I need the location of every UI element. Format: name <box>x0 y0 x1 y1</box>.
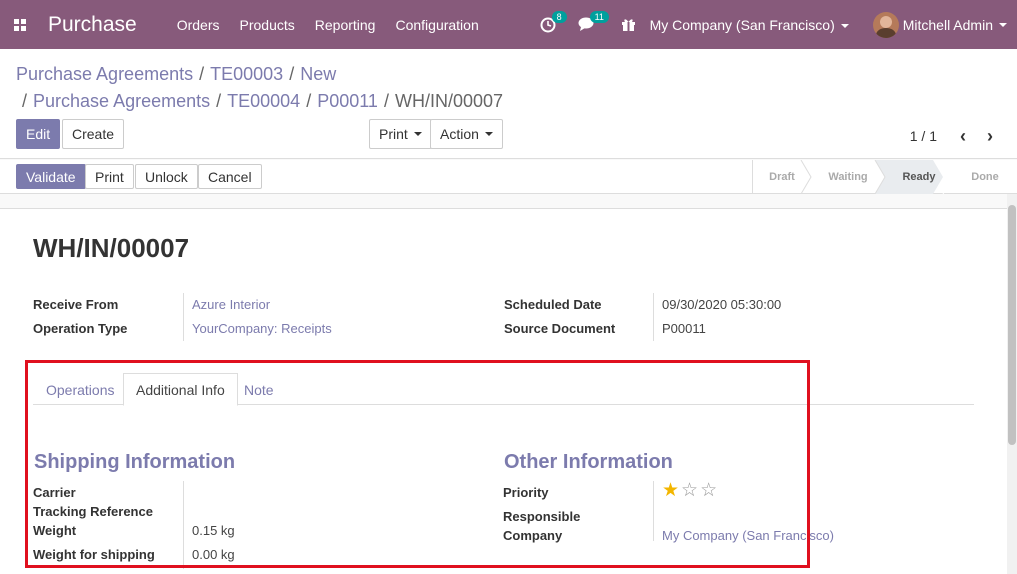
chevron-down-icon <box>484 132 493 136</box>
user-name: Mitchell Admin <box>902 16 993 33</box>
pager-value: 1 / 1 <box>909 128 937 144</box>
user-menu[interactable]: Mitchell Admin <box>872 11 1007 38</box>
action-dropdown[interactable]: Action <box>430 119 503 149</box>
menu-products[interactable]: Products <box>240 17 295 33</box>
scrollbar-thumb[interactable] <box>1008 205 1016 445</box>
chevron-left-icon[interactable]: ‹ <box>960 126 966 147</box>
status-bar: Validate Print Unlock Cancel Draft Waiti… <box>0 160 1017 194</box>
chevron-down-icon <box>413 132 422 136</box>
record-title: WH/IN/00007 <box>33 233 190 263</box>
breadcrumb-item[interactable]: New <box>300 64 336 84</box>
receive-from-value[interactable]: Azure Interior <box>192 297 270 312</box>
message-badge: 11 <box>589 11 609 23</box>
validate-button[interactable]: Validate <box>16 164 86 189</box>
source-document-value: P00011 <box>662 321 706 336</box>
breadcrumb: / Purchase Agreements / TE00004/P00011/WH/I… <box>22 91 504 111</box>
receive-from-label: Receive From <box>33 297 119 312</box>
control-panel: Purchase Agreements / TE00003/New / Purchas… <box>0 49 1017 159</box>
messaging-menu[interactable]: 11 <box>578 11 609 32</box>
scheduled-date-label: Scheduled Date <box>504 297 602 312</box>
breadcrumb-item[interactable]: Purchase Agreements <box>33 91 210 111</box>
app-name[interactable]: Purchase <box>48 13 137 37</box>
source-document-label: Source Document <box>504 321 616 336</box>
action-label: Action <box>440 126 479 142</box>
stage-indicator: Draft Waiting Ready Done <box>752 160 1017 194</box>
gift-menu[interactable] <box>621 17 636 32</box>
activity-badge: 8 <box>551 10 567 23</box>
menu-reporting[interactable]: Reporting <box>315 17 376 33</box>
stage-draft: Draft <box>769 171 795 183</box>
breadcrumb-item[interactable]: P00011 <box>317 91 378 111</box>
stage-done: Done <box>971 171 999 183</box>
operation-type-label: Operation Type <box>33 321 128 336</box>
print-label: Print <box>379 126 408 142</box>
breadcrumb-item[interactable]: TE00003 <box>210 64 283 84</box>
edit-button[interactable]: Edit <box>16 119 61 149</box>
company-name: My Company (San Francisco) <box>649 16 835 33</box>
breadcrumb: Purchase Agreements / TE00003/New <box>16 64 337 84</box>
company-switcher[interactable]: My Company (San Francisco) <box>650 17 849 33</box>
breadcrumb-item[interactable]: Purchase Agreements <box>16 64 193 84</box>
chevron-down-icon <box>840 23 849 28</box>
stage-ready: Ready <box>902 171 936 183</box>
breadcrumb-item[interactable]: TE00004 <box>227 91 300 111</box>
chevron-right-icon[interactable]: › <box>987 126 993 147</box>
stage-waiting: Waiting <box>828 171 868 183</box>
operation-type-value[interactable]: YourCompany: Receipts <box>192 321 332 336</box>
top-navbar: Purchase Orders Products Reporting Confi… <box>0 0 1017 49</box>
menu-orders[interactable]: Orders <box>177 17 220 33</box>
apps-grid-icon[interactable] <box>4 0 36 49</box>
scheduled-date-value: 09/30/2020 05:30:00 <box>662 297 782 312</box>
create-button[interactable]: Create <box>62 119 125 149</box>
breadcrumb-current: WH/IN/00007 <box>394 91 504 111</box>
menu-configuration[interactable]: Configuration <box>395 17 478 33</box>
activity-menu[interactable]: 8 <box>540 10 567 33</box>
highlight-box <box>25 360 810 568</box>
print-button[interactable]: Print <box>85 164 134 189</box>
avatar <box>872 11 899 38</box>
cancel-button[interactable]: Cancel <box>198 164 262 189</box>
gift-icon <box>621 19 635 31</box>
print-dropdown[interactable]: Print <box>369 119 432 149</box>
unlock-button[interactable]: Unlock <box>135 164 198 189</box>
chevron-down-icon <box>999 22 1007 27</box>
